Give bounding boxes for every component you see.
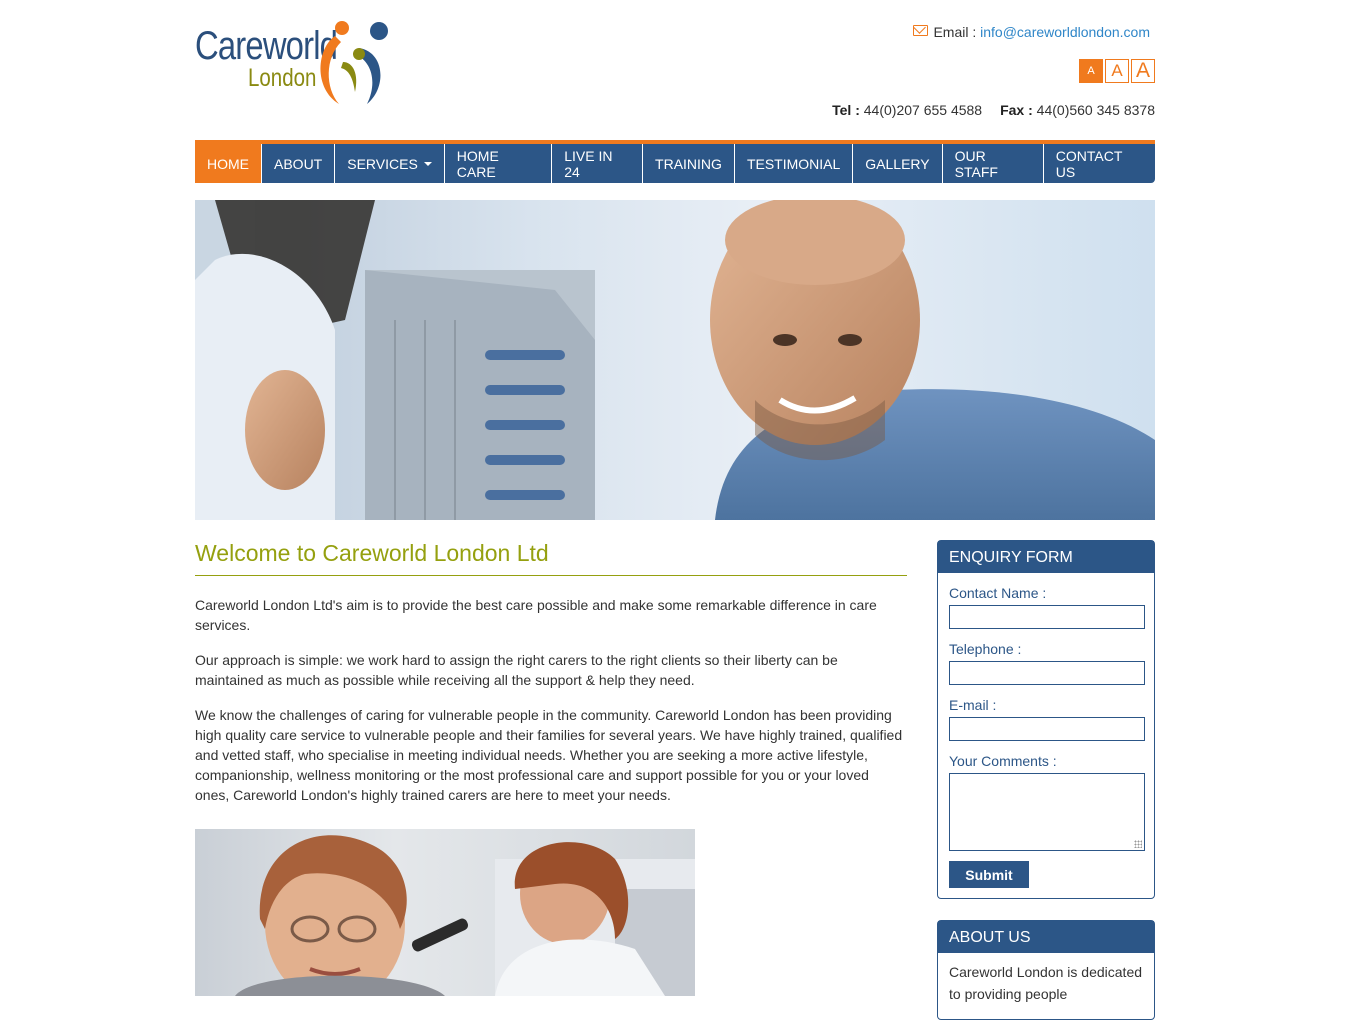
font-size-medium-button[interactable]: A [1105,59,1129,83]
nav-item-live-in-24[interactable]: LIVE IN 24 [552,144,644,183]
care-photo-image [195,829,695,996]
nav-item-home[interactable]: HOME [195,144,262,183]
main-nav: HOME ABOUT SERVICES HOME CARE LIVE IN 24… [195,140,1155,183]
about-us-title: ABOUT US [938,921,1154,953]
resize-grip-icon[interactable] [1134,840,1142,848]
nav-item-testimonial[interactable]: TESTIMONIAL [735,144,854,183]
nav-label: LIVE IN 24 [564,147,613,180]
nav-item-about[interactable]: ABOUT [262,144,336,183]
intro-paragraph: We know the challenges of caring for vul… [195,707,903,803]
font-size-large-button[interactable]: A [1131,59,1155,83]
email-field[interactable] [949,717,1145,741]
nav-item-gallery[interactable]: GALLERY [853,144,943,183]
nav-label: CONTACT US [1055,147,1123,180]
page: Careworld London Email : info@careworldl… [195,0,1155,1020]
email-label: Email : [933,24,981,40]
contact-name-input[interactable] [949,605,1145,629]
contact-name-label: Contact Name : [949,585,1047,601]
about-us-panel: ABOUT US Careworld London is dedicated t… [937,920,1155,1020]
nav-label: ABOUT [274,155,323,172]
intro-paragraph: Our approach is simple: we work hard to … [195,652,838,688]
site-logo[interactable]: Careworld London [195,18,400,108]
intro-copy: Careworld London Ltd's aim is to provide… [195,595,907,820]
telephone-label: Telephone : [949,641,1022,657]
enquiry-form-title: ENQUIRY FORM [938,541,1154,573]
nav-label: HOME [207,155,249,172]
comments-label: Your Comments : [949,753,1057,769]
caret-down-icon [423,161,432,166]
intro-paragraph: Careworld London Ltd's aim is to provide… [195,597,877,633]
page-title: Welcome to Careworld London Ltd [195,540,907,576]
logo-figures-icon [320,21,388,104]
hero-banner-image [195,200,1155,520]
comments-textarea[interactable] [949,773,1145,851]
nav-item-home-care[interactable]: HOME CARE [445,144,553,183]
phone-line: Tel : 44(0)207 655 4588 Fax : 44(0)560 34… [832,102,1155,118]
nav-label: OUR STAFF [954,147,998,180]
about-us-text: Careworld London is dedicated to providi… [949,964,1143,1002]
envelope-icon [913,25,929,36]
fax-label: Fax : [1000,102,1037,118]
submit-button[interactable]: Submit [949,861,1029,888]
email-link[interactable]: info@careworldlondon.com [980,24,1150,40]
nav-label: GALLERY [865,155,930,172]
tel-label: Tel : [832,102,864,118]
email-field-label: E-mail : [949,697,997,713]
nav-item-our-staff[interactable]: OUR STAFF [943,144,1044,183]
font-size-controls: A A A [1079,59,1155,83]
telephone-input[interactable] [949,661,1145,685]
nav-item-services[interactable]: SERVICES [335,144,445,183]
nav-label: HOME CARE [456,147,499,180]
email-line: Email : info@careworldlondon.com [913,24,1150,40]
hero-photo-illustration [195,200,1155,520]
nav-label: TRAINING [655,155,722,172]
font-size-small-button[interactable]: A [1079,59,1103,83]
nav-label: TESTIMONIAL [746,155,841,172]
nav-item-training[interactable]: TRAINING [643,144,735,183]
fax-value: 44(0)560 345 8378 [1036,102,1155,118]
nav-item-contact-us[interactable]: CONTACT US [1044,144,1155,183]
nav-label: SERVICES [347,155,418,172]
enquiry-form-panel: ENQUIRY FORM Contact Name : Telephone : … [937,540,1155,899]
care-photo-illustration [235,835,695,996]
tel-value: 44(0)207 655 4588 [863,102,983,118]
